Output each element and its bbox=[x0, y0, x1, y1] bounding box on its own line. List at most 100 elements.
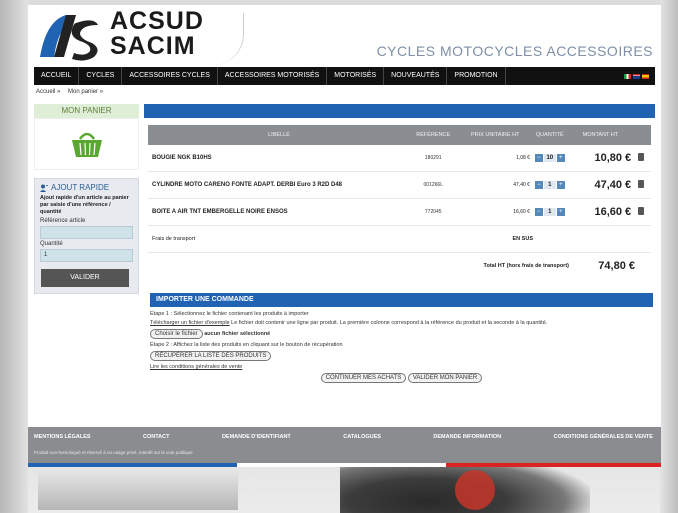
total-label: Total HT (hors frais de transport) bbox=[483, 263, 569, 269]
shipping-label: Frais de transport bbox=[152, 236, 196, 242]
language-flags bbox=[624, 73, 655, 79]
header-quantity: QUANTITÉ bbox=[535, 132, 564, 138]
total-value: 74,80 € bbox=[598, 260, 635, 272]
cart-basket[interactable] bbox=[34, 118, 139, 170]
import-description: Télécharger un fichier d'exemple Le fich… bbox=[150, 320, 653, 326]
brand-line2: SACIM bbox=[110, 32, 196, 60]
table-row: BOUGIE NGK B10HS 180291 1,08 € − 10 + 10… bbox=[148, 145, 651, 172]
trash-icon bbox=[638, 180, 645, 188]
cart-header-row: LIBELLÉ RÉFÉRENCE PRIX UNITAIRE HT QUANT… bbox=[148, 125, 651, 145]
background-motorcycle-detail bbox=[455, 470, 495, 510]
breadcrumb-cart[interactable]: Mon panier » bbox=[68, 89, 103, 95]
footer-flag-stripe bbox=[28, 463, 661, 467]
footer-link-catalogues[interactable]: CATALOGUES bbox=[343, 434, 381, 440]
plus-icon[interactable]: + bbox=[556, 208, 565, 216]
header-amount: MONTANT HT bbox=[582, 132, 619, 138]
shopping-basket-icon bbox=[71, 132, 102, 157]
import-order-section: Étape 1 : Sélectionnez le fichier conten… bbox=[150, 311, 653, 386]
footer-link-identifiant[interactable]: DEMANDE D'IDENTIFIANT bbox=[222, 434, 291, 440]
background-right-photo bbox=[660, 0, 678, 513]
nav-item-accessoires-motorises[interactable]: ACCESSOIRES MOTORISÉS bbox=[218, 67, 328, 85]
header-reference: RÉFÉRENCE bbox=[416, 132, 451, 138]
minus-icon[interactable]: − bbox=[534, 154, 543, 162]
import-description-text: Le fichier doit contenir une ligne par p… bbox=[231, 320, 548, 326]
nav-item-accueil[interactable]: ACCUEIL bbox=[34, 67, 80, 85]
footer-links: MENTIONS LÉGALES CONTACT DEMANDE D'IDENT… bbox=[28, 427, 661, 440]
delete-button[interactable] bbox=[631, 153, 651, 163]
quantity-stepper: − 1 + bbox=[530, 208, 570, 216]
user-add-icon bbox=[40, 184, 48, 192]
reference-input[interactable] bbox=[40, 226, 133, 239]
site-header: ACSUD SACIM CYCLES MOTOCYCLES ACCESSOIRE… bbox=[28, 5, 661, 65]
row-amount: 16,60 € bbox=[594, 206, 632, 218]
nav-item-motorises[interactable]: MOTORISÉS bbox=[327, 67, 385, 85]
minus-icon[interactable]: − bbox=[534, 181, 543, 189]
flag-italian-icon[interactable] bbox=[624, 73, 631, 79]
cgv-link[interactable]: Lire les conditions générales de vente bbox=[150, 364, 242, 370]
cgv-wrap: Lire les conditions générales de vente bbox=[150, 364, 653, 370]
footer-link-contact[interactable]: CONTACT bbox=[143, 434, 169, 440]
reference-label: Référence article bbox=[40, 218, 86, 224]
nav-item-accessoires-cycles[interactable]: ACCESSOIRES CYCLES bbox=[122, 67, 218, 85]
quantity-input[interactable]: 1 bbox=[40, 249, 133, 262]
flag-spanish-icon[interactable] bbox=[642, 73, 649, 79]
row-quantity[interactable]: 1 bbox=[543, 181, 556, 189]
row-unit-price: 16,60 € bbox=[513, 209, 530, 215]
quick-add-panel: AJOUT RAPIDE Ajout rapide d'un article a… bbox=[34, 178, 139, 294]
example-file-link[interactable]: Télécharger un fichier d'exemple bbox=[150, 320, 230, 326]
footer-link-information[interactable]: DEMANDE INFORMATION bbox=[433, 434, 501, 440]
breadcrumb: Accueil » Mon panier » bbox=[36, 89, 109, 95]
background-left-photo bbox=[0, 0, 28, 513]
row-unit-price: 1,08 € bbox=[516, 155, 530, 161]
flag-english-icon[interactable] bbox=[633, 73, 640, 79]
row-reference: 772045 bbox=[424, 209, 442, 215]
quantity-stepper: − 1 + bbox=[530, 181, 570, 189]
footer-link-mentions[interactable]: MENTIONS LÉGALES bbox=[34, 434, 91, 440]
choose-file-button[interactable]: Choisir le fichier bbox=[150, 329, 203, 339]
shipping-row: Frais de transport EN SUS bbox=[148, 226, 651, 253]
header-unit-price: PRIX UNITAIRE HT bbox=[471, 132, 520, 138]
import-step2: Étape 2 : Affichez la liste des produits… bbox=[150, 342, 343, 348]
quick-add-description: Ajout rapide d'un article au panier par … bbox=[40, 195, 129, 215]
sidebar-cart-title[interactable]: MON PANIER bbox=[34, 104, 139, 118]
row-quantity[interactable]: 10 bbox=[543, 154, 556, 162]
quick-add-submit-button[interactable]: VALIDER bbox=[41, 269, 129, 287]
footer-note: Produit non-homologué et réservé à un us… bbox=[34, 450, 193, 455]
nav-item-promotion[interactable]: PROMOTION bbox=[447, 67, 506, 85]
total-row: Total HT (hors frais de transport) 74,80… bbox=[148, 253, 651, 279]
table-row: BOITE A AIR TNT EMBERGELLE NOIRE ENSOS 7… bbox=[148, 199, 651, 226]
delete-button[interactable] bbox=[631, 180, 651, 190]
cart-table: LIBELLÉ RÉFÉRENCE PRIX UNITAIRE HT QUANT… bbox=[148, 125, 651, 279]
quick-add-title: AJOUT RAPIDE bbox=[40, 183, 133, 192]
quantity-stepper: − 10 + bbox=[530, 154, 570, 162]
row-libelle: BOUGIE NGK B10HS bbox=[152, 155, 212, 161]
import-step1: Étape 1 : Sélectionnez le fichier conten… bbox=[150, 311, 309, 317]
row-libelle: CYLINDRE MOTO CARENO FONTE ADAPT. DERBI … bbox=[152, 182, 343, 188]
row-reference: 001266L bbox=[423, 182, 443, 188]
plus-icon[interactable]: + bbox=[556, 154, 565, 162]
row-unit-price: 47,40 € bbox=[513, 182, 530, 188]
site-footer: MENTIONS LÉGALES CONTACT DEMANDE D'IDENT… bbox=[28, 427, 661, 467]
logo-mark[interactable] bbox=[36, 11, 102, 63]
row-quantity[interactable]: 1 bbox=[543, 208, 556, 216]
plus-icon[interactable]: + bbox=[556, 181, 565, 189]
row-amount: 10,80 € bbox=[594, 152, 632, 164]
cart-top-bar bbox=[144, 104, 655, 118]
header-libelle: LIBELLÉ bbox=[268, 132, 290, 138]
row-amount: 47,40 € bbox=[594, 179, 632, 191]
nav-item-nouveautes[interactable]: NOUVEAUTÉS bbox=[384, 67, 448, 85]
import-order-title: IMPORTER UNE COMMANDE bbox=[150, 293, 653, 307]
no-file-text: aucun fichier sélectionné bbox=[204, 331, 271, 337]
nav-item-cycles[interactable]: CYCLES bbox=[79, 67, 123, 85]
validate-cart-button[interactable]: VALIDER MON PANIER bbox=[407, 373, 483, 383]
retrieve-products-button[interactable]: RÉCUPÉRER LA LISTE DES PRODUITS bbox=[150, 351, 272, 361]
table-row: CYLINDRE MOTO CARENO FONTE ADAPT. DERBI … bbox=[148, 172, 651, 199]
retrieve-wrap: RÉCUPÉRER LA LISTE DES PRODUITS bbox=[150, 351, 653, 361]
row-libelle: BOITE A AIR TNT EMBERGELLE NOIRE ENSOS bbox=[152, 209, 288, 215]
minus-icon[interactable]: − bbox=[534, 208, 543, 216]
footer-link-cgv[interactable]: CONDITIONS GÉNÉRALES DE VENTE bbox=[554, 434, 653, 440]
delete-button[interactable] bbox=[631, 207, 651, 217]
continue-shopping-button[interactable]: CONTINUER MES ACHATS bbox=[320, 373, 407, 383]
background-bicycle bbox=[38, 470, 238, 510]
breadcrumb-home[interactable]: Accueil » bbox=[36, 89, 60, 95]
